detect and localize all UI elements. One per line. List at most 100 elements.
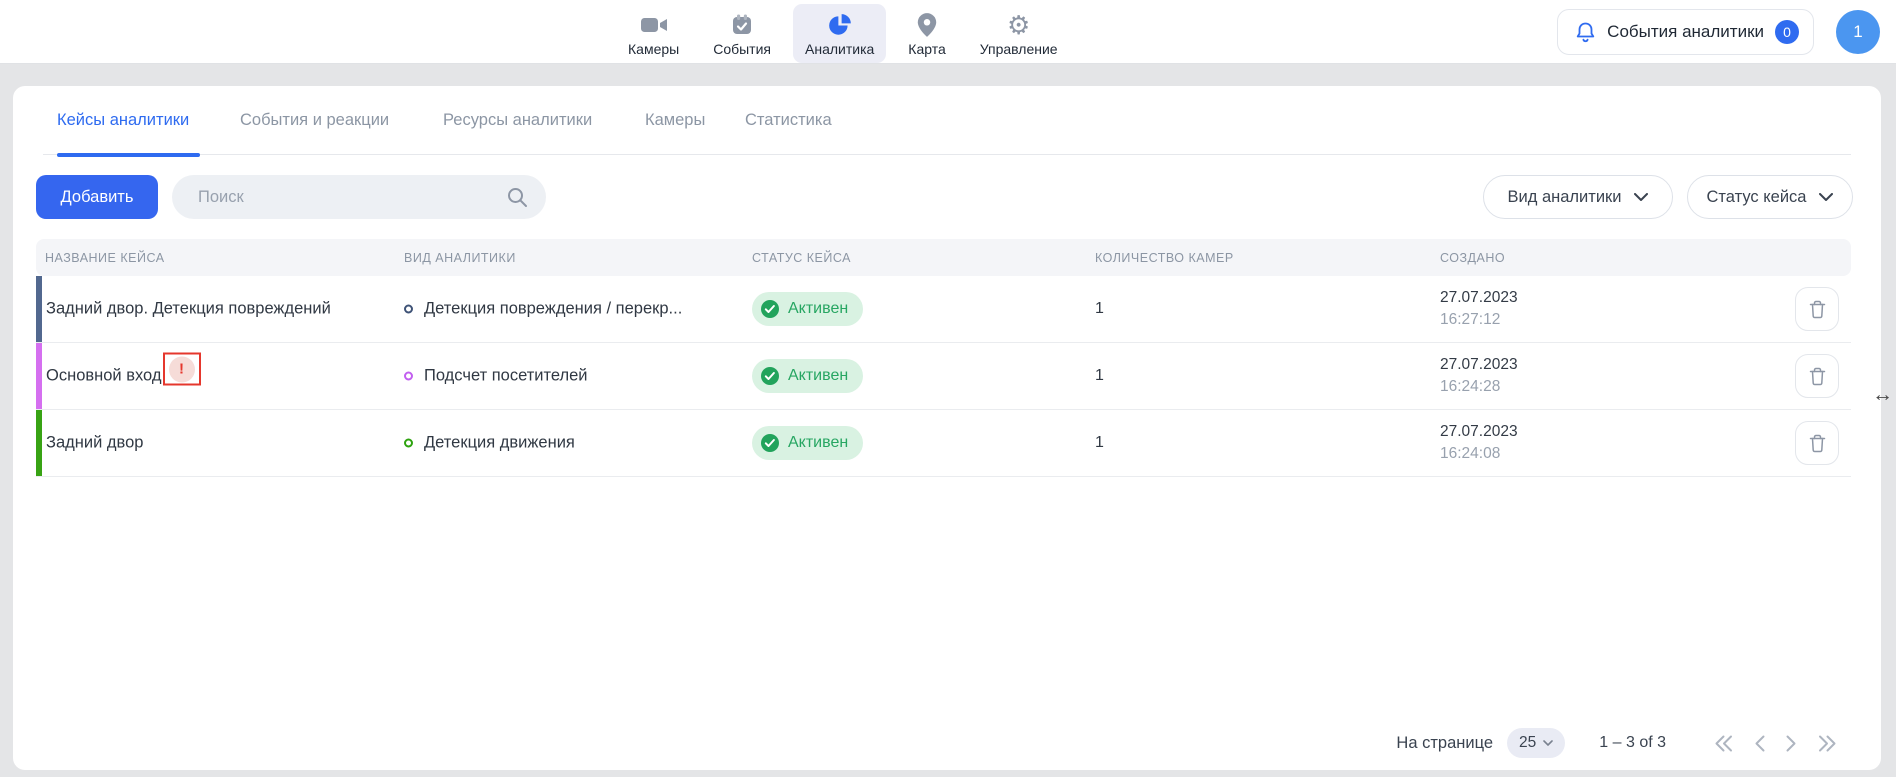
created-cell: 27.07.2023 16:24:08 [1440, 423, 1518, 463]
chevron-down-icon [1634, 193, 1648, 201]
analytics-type-label: Подсчет посетителей [424, 367, 588, 386]
add-case-button[interactable]: Добавить [36, 175, 158, 219]
header-right: События аналитики 0 1 [1557, 9, 1880, 55]
column-header-cameras: КОЛИЧЕСТВО КАМЕР [1095, 251, 1234, 265]
page-range: 1 – 3 of 3 [1599, 734, 1666, 752]
search-input[interactable] [196, 187, 506, 208]
created-date: 27.07.2023 [1440, 356, 1518, 374]
chevron-right-icon [1786, 735, 1797, 752]
main-nav: Камеры События Аналитика Карта ⚙ Управле… [616, 4, 1070, 63]
prev-page-button[interactable] [1754, 735, 1765, 752]
warning-annotation-box: ! [163, 353, 201, 386]
top-bar: Камеры События Аналитика Карта ⚙ Управле… [0, 0, 1896, 64]
content-card: Кейсы аналитики События и реакции Ресурс… [13, 86, 1881, 770]
events-count-badge: 0 [1775, 20, 1799, 44]
nav-item-label: Карта [908, 41, 945, 57]
check-circle-icon [760, 299, 780, 319]
table-row[interactable]: Задний двор. Детекция повреждений Детекц… [36, 276, 1851, 343]
camera-icon [640, 11, 668, 38]
column-header-type: ВИД АНАЛИТИКИ [404, 251, 516, 265]
analytics-events-label: События аналитики [1607, 22, 1764, 42]
calendar-check-icon [730, 11, 754, 38]
analytics-type-filter[interactable]: Вид аналитики [1483, 175, 1673, 219]
tab-bar: Кейсы аналитики События и реакции Ресурс… [13, 86, 1881, 155]
created-time: 16:24:08 [1440, 445, 1518, 463]
avatar[interactable]: 1 [1836, 10, 1880, 54]
delete-case-button[interactable] [1795, 421, 1839, 465]
double-chevron-left-icon [1714, 735, 1733, 752]
trash-icon [1809, 434, 1826, 453]
status-badge: Активен [752, 359, 863, 393]
table-row[interactable]: Основной вход ! Подсчет посетителей Акти… [36, 343, 1851, 410]
warning-exclamation-icon: ! [169, 356, 195, 382]
active-tab-indicator [57, 153, 200, 157]
nav-item-label: Аналитика [805, 41, 874, 57]
cases-table: НАЗВАНИЕ КЕЙСА ВИД АНАЛИТИКИ СТАТУС КЕЙС… [36, 239, 1851, 477]
created-date: 27.07.2023 [1440, 423, 1518, 441]
delete-case-button[interactable] [1795, 287, 1839, 331]
last-page-button[interactable] [1818, 735, 1837, 752]
row-accent-bar [36, 343, 42, 409]
chevron-down-icon [1819, 193, 1833, 201]
pagination-bar: На странице 25 1 – 3 of 3 [1396, 725, 1837, 761]
tab-analytics-cases[interactable]: Кейсы аналитики [57, 111, 189, 130]
gear-icon: ⚙ [1007, 11, 1030, 38]
status-badge: Активен [752, 292, 863, 326]
nav-item-administration[interactable]: ⚙ Управление [968, 4, 1070, 63]
status-cell: Активен [752, 292, 863, 326]
nav-item-cameras[interactable]: Камеры [616, 4, 691, 63]
created-cell: 27.07.2023 16:27:12 [1440, 289, 1518, 329]
next-page-button[interactable] [1786, 735, 1797, 752]
row-accent-bar [36, 410, 42, 476]
camera-count: 1 [1095, 434, 1104, 452]
analytics-events-button[interactable]: События аналитики 0 [1557, 9, 1814, 55]
per-page-value: 25 [1519, 734, 1536, 752]
trash-icon [1809, 300, 1826, 319]
analytics-type-cell: Детекция повреждения / перекр... [404, 300, 682, 319]
case-name: Основной вход ! [46, 360, 201, 393]
status-cell: Активен [752, 426, 863, 460]
tab-cameras[interactable]: Камеры [645, 111, 705, 130]
analytics-type-ring-icon [404, 305, 413, 314]
column-header-status: СТАТУС КЕЙСА [752, 251, 851, 265]
tabs-divider [43, 154, 1851, 155]
column-header-created: СОЗДАНО [1440, 251, 1505, 265]
case-status-filter[interactable]: Статус кейса [1687, 175, 1853, 219]
nav-item-label: События [713, 41, 771, 57]
map-pin-icon [916, 11, 938, 38]
column-header-name: НАЗВАНИЕ КЕЙСА [45, 251, 165, 265]
nav-item-analytics[interactable]: Аналитика [793, 4, 886, 63]
nav-item-events[interactable]: События [701, 4, 783, 63]
first-page-button[interactable] [1714, 735, 1733, 752]
table-row[interactable]: Задний двор Детекция движения Активен 1 … [36, 410, 1851, 477]
search-box [172, 175, 546, 219]
case-status-filter-label: Статус кейса [1707, 188, 1807, 207]
tab-events-reactions[interactable]: События и реакции [240, 111, 389, 130]
status-badge: Активен [752, 426, 863, 460]
analytics-type-cell: Подсчет посетителей [404, 367, 588, 386]
pagination-controls [1714, 735, 1837, 752]
analytics-type-ring-icon [404, 372, 413, 381]
status-cell: Активен [752, 359, 863, 393]
created-time: 16:24:28 [1440, 378, 1518, 396]
created-time: 16:27:12 [1440, 311, 1518, 329]
table-header: НАЗВАНИЕ КЕЙСА ВИД АНАЛИТИКИ СТАТУС КЕЙС… [36, 239, 1851, 276]
nav-item-label: Камеры [628, 41, 679, 57]
analytics-type-cell: Детекция движения [404, 434, 575, 453]
created-cell: 27.07.2023 16:24:28 [1440, 356, 1518, 396]
double-chevron-right-icon [1818, 735, 1837, 752]
search-icon[interactable] [506, 186, 528, 208]
nav-item-label: Управление [980, 41, 1058, 57]
tab-analytics-resources[interactable]: Ресурсы аналитики [443, 111, 592, 130]
tab-statistics[interactable]: Статистика [745, 111, 832, 130]
delete-case-button[interactable] [1795, 354, 1839, 398]
analytics-type-filter-label: Вид аналитики [1508, 188, 1622, 207]
analytics-type-label: Детекция повреждения / перекр... [424, 300, 682, 319]
camera-count: 1 [1095, 300, 1104, 318]
nav-item-map[interactable]: Карта [896, 4, 957, 63]
pie-chart-icon [827, 11, 853, 38]
analytics-type-ring-icon [404, 439, 413, 448]
check-circle-icon [760, 433, 780, 453]
check-circle-icon [760, 366, 780, 386]
per-page-select[interactable]: 25 [1507, 728, 1565, 758]
